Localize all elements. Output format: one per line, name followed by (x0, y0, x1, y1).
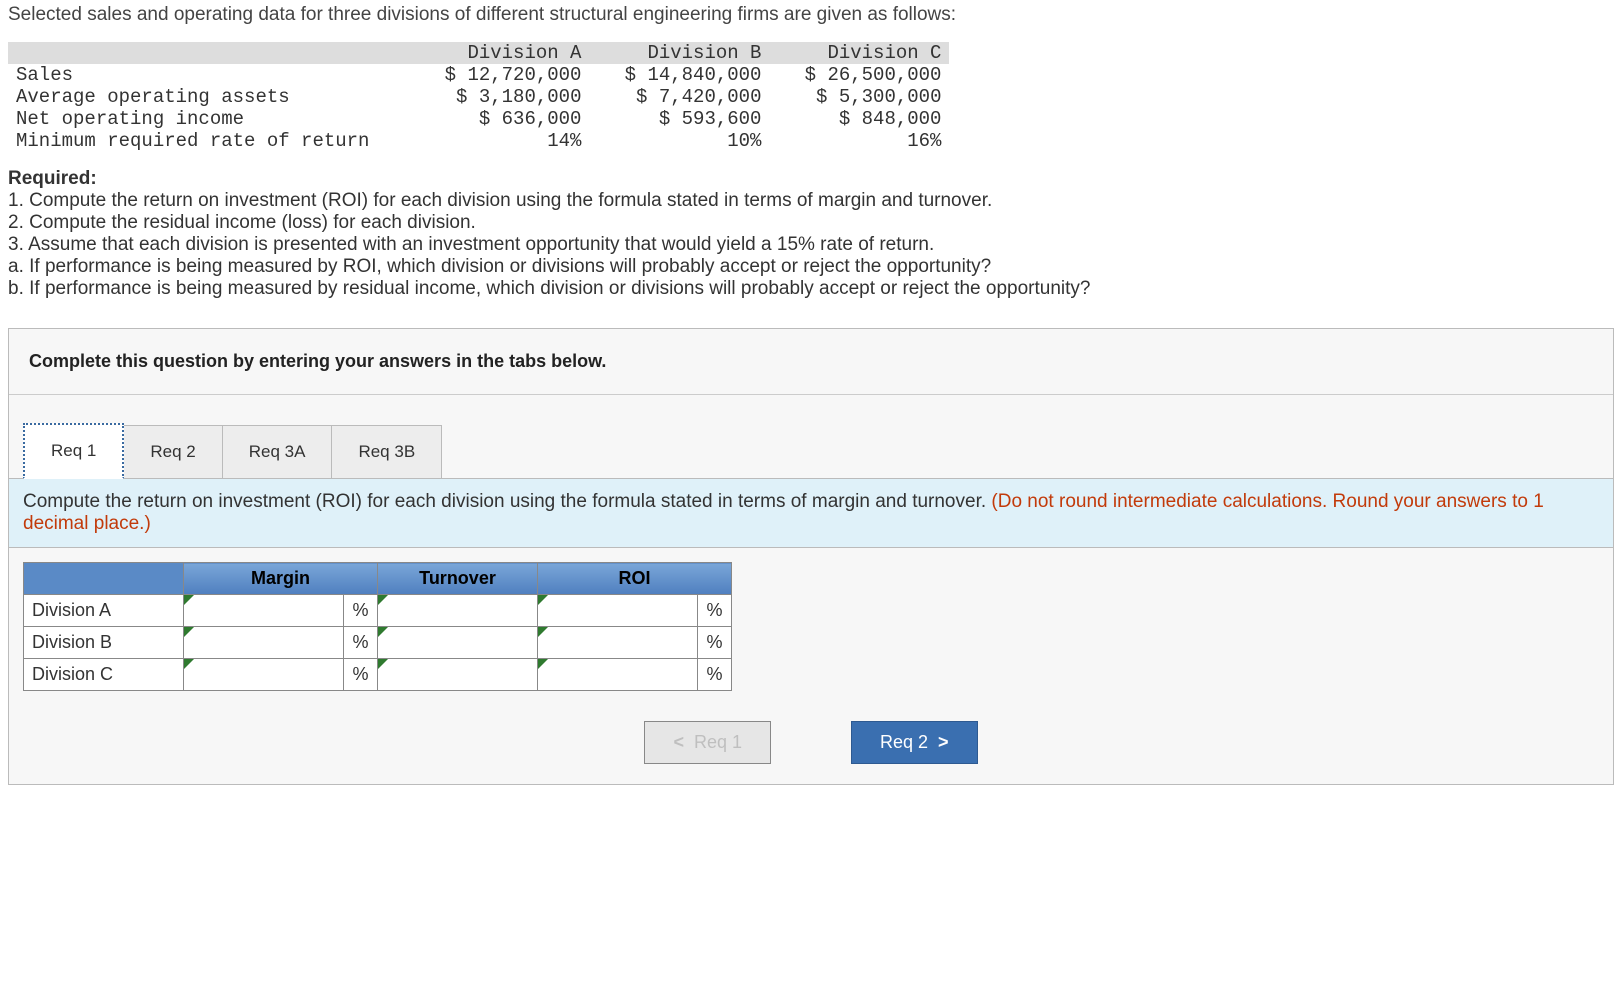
chevron-right-icon: > (938, 732, 949, 753)
answer-header-turnover: Turnover (378, 563, 538, 595)
data-cell: $ 7,420,000 (589, 86, 769, 108)
tab-content-text: Compute the return on investment (ROI) f… (23, 491, 991, 512)
prev-button-label: Req 1 (694, 732, 742, 753)
edit-indicator-icon (184, 595, 194, 605)
data-cell: $ 636,000 (409, 108, 589, 130)
tab-req-2[interactable]: Req 2 (123, 425, 222, 478)
data-cell: 16% (769, 130, 949, 152)
unit-percent: % (344, 595, 378, 627)
required-item: 3. Assume that each division is presente… (8, 234, 1614, 256)
answer-row: Division C % % (24, 659, 732, 691)
data-cell: $ 593,600 (589, 108, 769, 130)
answer-row-label: Division A (24, 595, 184, 627)
edit-indicator-icon (184, 627, 194, 637)
edit-indicator-icon (184, 659, 194, 669)
tab-req-1[interactable]: Req 1 (23, 423, 124, 479)
data-header-blank (8, 42, 409, 64)
data-cell: $ 5,300,000 (769, 86, 949, 108)
answer-row-label: Division C (24, 659, 184, 691)
data-cell: $ 3,180,000 (409, 86, 589, 108)
data-table: Division A Division B Division C Sales $… (8, 42, 1614, 152)
edit-indicator-icon (538, 595, 548, 605)
data-row-label: Minimum required rate of return (8, 130, 409, 152)
data-header-div-a: Division A (409, 42, 589, 64)
required-title: Required: (8, 168, 1614, 190)
margin-input-div-c[interactable] (184, 659, 344, 691)
data-header-div-c: Division C (769, 42, 949, 64)
data-row-label: Average operating assets (8, 86, 409, 108)
edit-indicator-icon (538, 627, 548, 637)
margin-input-div-b[interactable] (184, 627, 344, 659)
question-intro: Selected sales and operating data for th… (8, 4, 1614, 26)
answer-row: Division B % % (24, 627, 732, 659)
edit-indicator-icon (378, 595, 388, 605)
chevron-left-icon: < (673, 732, 684, 753)
data-row-label: Net operating income (8, 108, 409, 130)
turnover-input-div-b[interactable] (378, 627, 538, 659)
required-item: 2. Compute the residual income (loss) fo… (8, 212, 1614, 234)
edit-indicator-icon (378, 627, 388, 637)
roi-input-div-a[interactable] (538, 595, 698, 627)
data-row: Minimum required rate of return 14% 10% … (8, 130, 949, 152)
required-section: Required: 1. Compute the return on inves… (8, 168, 1614, 300)
answer-area: Complete this question by entering your … (8, 328, 1614, 785)
nav-buttons: < Req 1 Req 2 > (9, 705, 1613, 784)
data-cell: 10% (589, 130, 769, 152)
next-button-label: Req 2 (880, 732, 928, 753)
roi-input-div-b[interactable] (538, 627, 698, 659)
next-button[interactable]: Req 2 > (851, 721, 978, 764)
margin-input-div-a[interactable] (184, 595, 344, 627)
data-cell: $ 14,840,000 (589, 64, 769, 86)
roi-input-div-c[interactable] (538, 659, 698, 691)
answer-header-roi: ROI (538, 563, 732, 595)
answer-row-label: Division B (24, 627, 184, 659)
data-row-label: Sales (8, 64, 409, 86)
turnover-input-div-c[interactable] (378, 659, 538, 691)
unit-percent: % (698, 627, 732, 659)
turnover-input-div-a[interactable] (378, 595, 538, 627)
tab-req-3a[interactable]: Req 3A (222, 425, 333, 478)
tabs-row: Req 1 Req 2 Req 3A Req 3B (9, 395, 1613, 479)
unit-percent: % (344, 627, 378, 659)
unit-percent: % (698, 595, 732, 627)
data-row: Sales $ 12,720,000 $ 14,840,000 $ 26,500… (8, 64, 949, 86)
data-row: Net operating income $ 636,000 $ 593,600… (8, 108, 949, 130)
answer-header-margin: Margin (184, 563, 378, 595)
instruction-bar: Complete this question by entering your … (9, 329, 1613, 395)
answer-header-blank (24, 563, 184, 595)
tab-req-3b[interactable]: Req 3B (331, 425, 442, 478)
answer-table-wrap: Margin Turnover ROI Division A % % Divis… (9, 548, 1613, 705)
data-cell: $ 12,720,000 (409, 64, 589, 86)
unit-percent: % (344, 659, 378, 691)
unit-percent: % (698, 659, 732, 691)
required-item: a. If performance is being measured by R… (8, 256, 1614, 278)
edit-indicator-icon (378, 659, 388, 669)
data-cell: $ 26,500,000 (769, 64, 949, 86)
prev-button: < Req 1 (644, 721, 771, 764)
data-header-div-b: Division B (589, 42, 769, 64)
data-cell: 14% (409, 130, 589, 152)
answer-row: Division A % % (24, 595, 732, 627)
data-row: Average operating assets $ 3,180,000 $ 7… (8, 86, 949, 108)
tab-content: Compute the return on investment (ROI) f… (9, 479, 1613, 548)
edit-indicator-icon (538, 659, 548, 669)
required-item: b. If performance is being measured by r… (8, 278, 1614, 300)
required-item: 1. Compute the return on investment (ROI… (8, 190, 1614, 212)
data-cell: $ 848,000 (769, 108, 949, 130)
